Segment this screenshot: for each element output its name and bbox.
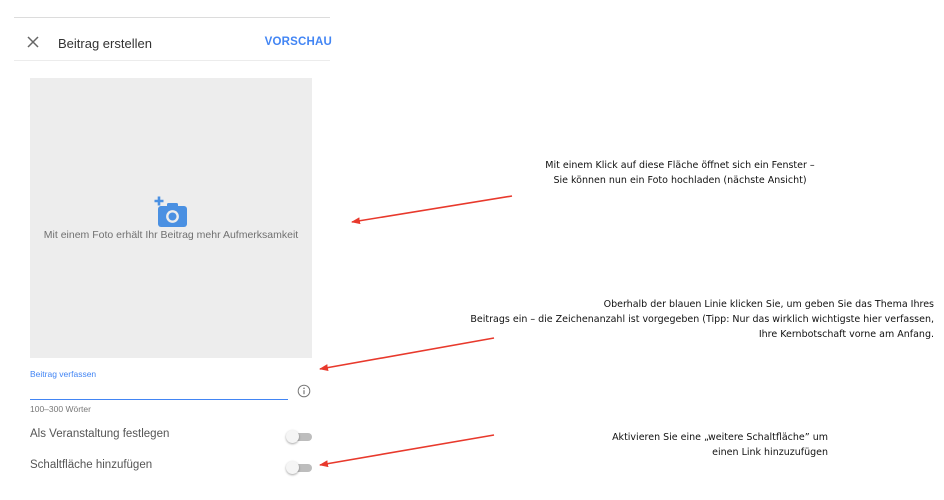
- annotation-button-line-2: einen Link hinzuzufügen: [712, 447, 828, 458]
- annotation-photo-line-2: Sie können nun ein Foto hochladen (nächs…: [553, 175, 807, 186]
- add-button-toggle[interactable]: [286, 461, 313, 474]
- create-post-panel: Beitrag erstellen VORSCHAU Mit einem Fot…: [0, 0, 340, 500]
- annotation-topic-line-3: Ihre Kernbotschaft vorne am Anfang.: [758, 329, 934, 340]
- annotation-photo-line-1: Mit einem Klick auf diese Fläche öffnet …: [545, 160, 815, 171]
- event-option-label: Als Veranstaltung festlegen: [30, 428, 170, 440]
- top-divider: [14, 17, 330, 18]
- annotation-topic-line-2: Beitrags ein – die Zeichenanzahl ist vor…: [470, 314, 934, 325]
- event-toggle-thumb: [286, 430, 299, 443]
- add-button-toggle-thumb: [286, 461, 299, 474]
- post-field-label: Beitrag verfassen: [30, 369, 97, 379]
- close-icon[interactable]: [24, 33, 42, 51]
- add-photo-camera-icon: [154, 196, 187, 227]
- annotation-photo: Mit einem Klick auf diese Fläche öffnet …: [510, 158, 850, 188]
- annotation-topic-line-1: Oberhalb der blauen Linie klicken Sie, u…: [603, 299, 934, 310]
- photo-upload-area[interactable]: Mit einem Foto erhält Ihr Beitrag mehr A…: [30, 78, 312, 358]
- preview-button[interactable]: VORSCHAU: [265, 36, 332, 48]
- annotation-button: Aktivieren Sie eine „weitere Schaltfläch…: [566, 430, 828, 460]
- word-count-hint: 100–300 Wörter: [30, 404, 91, 414]
- arrow-button: [319, 434, 495, 468]
- header-divider: [14, 60, 330, 61]
- info-icon[interactable]: [297, 384, 311, 398]
- post-text-input[interactable]: [30, 380, 288, 400]
- arrow-photo: [351, 195, 513, 225]
- arrow-topic: [319, 337, 495, 372]
- add-button-option-label: Schaltfläche hinzufügen: [30, 459, 153, 471]
- annotation-topic: Oberhalb der blauen Linie klicken Sie, u…: [470, 297, 934, 342]
- header-bar: Beitrag erstellen VORSCHAU: [0, 28, 340, 58]
- page-title: Beitrag erstellen: [58, 36, 152, 51]
- event-toggle[interactable]: [286, 430, 313, 443]
- annotation-button-line-1: Aktivieren Sie eine „weitere Schaltfläch…: [612, 432, 828, 443]
- photo-hint-text: Mit einem Foto erhält Ihr Beitrag mehr A…: [43, 229, 299, 241]
